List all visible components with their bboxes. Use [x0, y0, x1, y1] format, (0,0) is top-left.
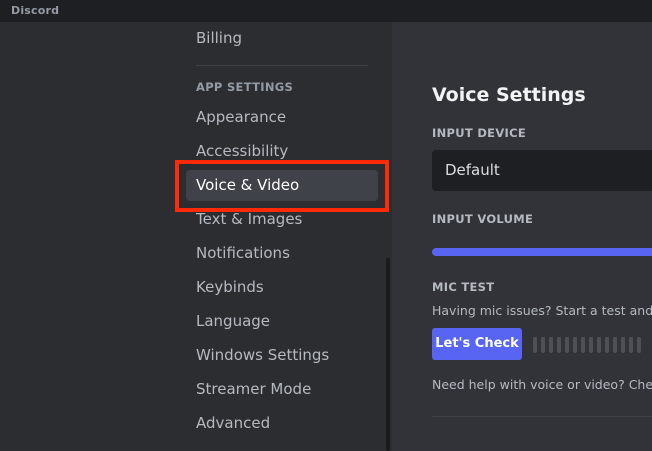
- sidebar-item-streamer-mode[interactable]: Streamer Mode: [186, 374, 378, 405]
- lets-check-button[interactable]: Let's Check: [432, 328, 522, 360]
- sidebar-item-appearance[interactable]: Appearance: [186, 102, 378, 133]
- sidebar-item-notifications[interactable]: Notifications: [186, 238, 378, 269]
- sidebar-item-billing[interactable]: Billing: [186, 23, 378, 54]
- input-device-label: INPUT DEVICE: [432, 126, 526, 140]
- section-header-app-settings: APP SETTINGS: [196, 80, 294, 94]
- sidebar-item-accessibility[interactable]: Accessibility: [186, 136, 378, 167]
- mic-test-description: Having mic issues? Start a test and sa: [432, 303, 652, 318]
- sidebar-separator: [196, 65, 368, 66]
- sidebar-item-windows-settings[interactable]: Windows Settings: [186, 340, 378, 371]
- sidebar-item-advanced[interactable]: Advanced: [186, 408, 378, 439]
- help-text: Need help with voice or video? Check: [432, 377, 652, 392]
- sidebar-item-keybinds[interactable]: Keybinds: [186, 272, 378, 303]
- input-volume-label: INPUT VOLUME: [432, 212, 534, 226]
- sidebar-item-voice-video[interactable]: Voice & Video: [186, 170, 378, 201]
- sidebar-item-language[interactable]: Language: [186, 306, 378, 337]
- mic-test-label: MIC TEST: [432, 280, 495, 294]
- input-device-select[interactable]: Default: [432, 150, 652, 191]
- title-bar: Discord: [0, 0, 652, 22]
- app-name: Discord: [11, 4, 60, 17]
- voice-settings-panel: Voice Settings INPUT DEVICE Default INPU…: [392, 22, 652, 451]
- page-title: Voice Settings: [432, 84, 586, 106]
- content-divider: [432, 416, 652, 417]
- mic-level-meter: [533, 337, 645, 353]
- sidebar-scrollbar[interactable]: [386, 258, 390, 451]
- sidebar-item-text-images[interactable]: Text & Images: [186, 204, 378, 235]
- input-volume-slider[interactable]: [432, 248, 652, 256]
